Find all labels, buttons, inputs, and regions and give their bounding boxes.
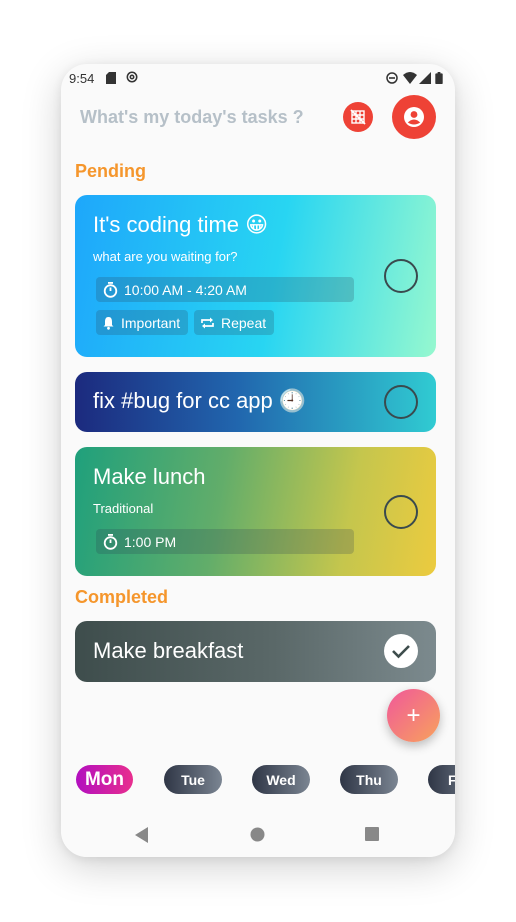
task-card[interactable]: fix #bug for cc app 🕘 xyxy=(75,372,436,432)
at-icon xyxy=(126,71,138,83)
repeat-icon xyxy=(201,317,214,328)
bell-icon xyxy=(103,316,114,330)
tag-important: Important xyxy=(96,310,189,335)
tag-label: Repeat xyxy=(221,314,267,331)
day-chip-wed[interactable]: Wed xyxy=(252,765,310,794)
grid-toggle-button[interactable] xyxy=(343,102,373,132)
tag-repeat: Repeat xyxy=(194,310,275,335)
add-task-button[interactable]: + xyxy=(387,689,440,742)
task-time: 10:00 AM - 4:20 AM xyxy=(96,277,354,302)
wifi-icon xyxy=(403,72,417,84)
task-card[interactable]: It's coding time 😀 what are you waiting … xyxy=(75,195,436,357)
completed-checkbox[interactable] xyxy=(384,634,418,668)
timer-icon xyxy=(103,281,118,298)
profile-button[interactable] xyxy=(392,95,436,139)
task-time-text: 1:00 PM xyxy=(124,533,177,550)
back-icon[interactable] xyxy=(135,827,149,843)
tag-label: Important xyxy=(121,314,181,331)
home-icon[interactable] xyxy=(250,827,265,842)
check-icon xyxy=(392,645,410,659)
task-title: It's coding time 😀 xyxy=(93,212,269,237)
signal-icon xyxy=(419,72,431,84)
grid-off-icon xyxy=(350,109,366,125)
task-subtitle: Traditional xyxy=(93,501,154,516)
day-chip-tue[interactable]: Tue xyxy=(164,765,222,794)
task-title: Make lunch xyxy=(93,464,206,489)
sd-card-icon xyxy=(106,72,116,84)
task-subtitle: what are you waiting for? xyxy=(93,249,238,264)
system-nav-bar xyxy=(61,811,455,857)
completed-section-title: Completed xyxy=(75,587,169,607)
battery-icon xyxy=(435,72,443,84)
timer-icon xyxy=(103,533,118,550)
recents-icon[interactable] xyxy=(365,827,379,841)
status-bar: 9:54 xyxy=(61,64,455,92)
complete-checkbox[interactable] xyxy=(384,385,418,419)
dnd-icon xyxy=(386,72,398,84)
task-title: fix #bug for cc app 🕘 xyxy=(93,388,307,413)
add-icon: + xyxy=(406,701,421,729)
task-title: Make breakfast xyxy=(93,638,244,663)
complete-checkbox[interactable] xyxy=(384,259,418,293)
task-card[interactable]: Make lunch Traditional 1:00 PM xyxy=(75,447,436,576)
complete-checkbox[interactable] xyxy=(384,495,418,529)
day-chip-mon[interactable]: Mon xyxy=(76,765,133,794)
task-time: 1:00 PM xyxy=(96,529,354,554)
day-chip-fri[interactable]: Fri xyxy=(428,765,455,794)
pending-section-title: Pending xyxy=(75,161,146,181)
day-chip-thu[interactable]: Thu xyxy=(340,765,398,794)
page-title: What's my today's tasks ? xyxy=(80,107,304,127)
account-icon xyxy=(404,107,424,127)
status-time: 9:54 xyxy=(69,71,95,86)
app-screen: 9:54 What's my today's tasks ? Pending I… xyxy=(61,64,455,857)
task-card[interactable]: Make breakfast xyxy=(75,621,436,682)
task-time-text: 10:00 AM - 4:20 AM xyxy=(124,281,247,298)
